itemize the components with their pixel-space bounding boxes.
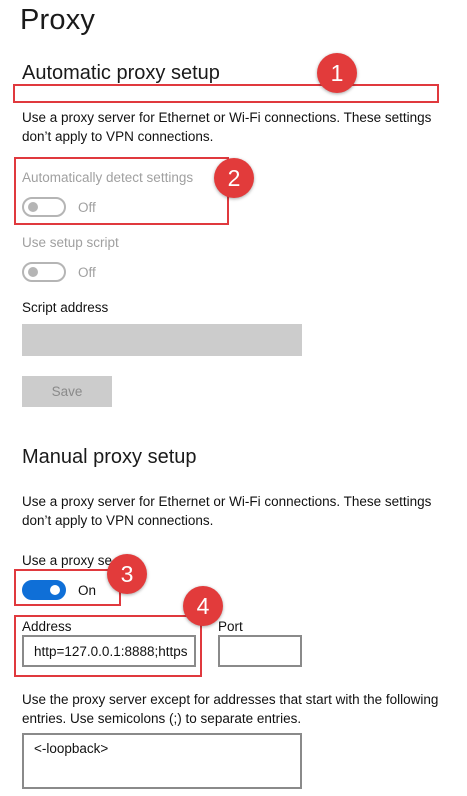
use-proxy-toggle[interactable] xyxy=(22,580,66,600)
toggle-knob xyxy=(28,202,38,212)
script-address-input[interactable] xyxy=(22,324,302,356)
toggle-knob xyxy=(50,585,60,595)
manual-proxy-heading: Manual proxy setup xyxy=(22,446,197,468)
annotation-badge-1: 1 xyxy=(317,53,357,93)
toggle-knob xyxy=(28,267,38,277)
use-proxy-state: On xyxy=(78,583,97,598)
auto-detect-state: Off xyxy=(78,200,96,215)
script-address-label: Script address xyxy=(22,300,109,315)
address-label: Address xyxy=(22,619,72,634)
auto-detect-toggle[interactable] xyxy=(22,197,66,217)
save-button[interactable]: Save xyxy=(22,376,112,407)
use-proxy-label: Use a proxy se xyxy=(22,553,113,568)
annotation-badge-4: 4 xyxy=(183,586,223,626)
automatic-proxy-heading: Automatic proxy setup xyxy=(22,62,220,84)
manual-description: Use a proxy server for Ethernet or Wi-Fi… xyxy=(22,494,432,528)
setup-script-toggle[interactable] xyxy=(22,262,66,282)
port-label: Port xyxy=(218,619,243,634)
automatic-description: Use a proxy server for Ethernet or Wi-Fi… xyxy=(22,110,432,144)
annotation-badge-3: 3 xyxy=(107,554,147,594)
setup-script-state: Off xyxy=(78,265,96,280)
port-input[interactable] xyxy=(218,635,302,667)
exceptions-input[interactable]: <-loopback> xyxy=(22,733,302,789)
address-input[interactable]: http=127.0.0.1:8888;https xyxy=(22,635,196,667)
annotation-badge-2: 2 xyxy=(214,158,254,198)
auto-detect-label: Automatically detect settings xyxy=(22,170,194,185)
page-title: Proxy xyxy=(20,4,96,36)
exceptions-description: Use the proxy server except for addresse… xyxy=(22,692,439,726)
setup-script-label: Use setup script xyxy=(22,235,119,250)
annotation-box-1 xyxy=(13,84,439,103)
